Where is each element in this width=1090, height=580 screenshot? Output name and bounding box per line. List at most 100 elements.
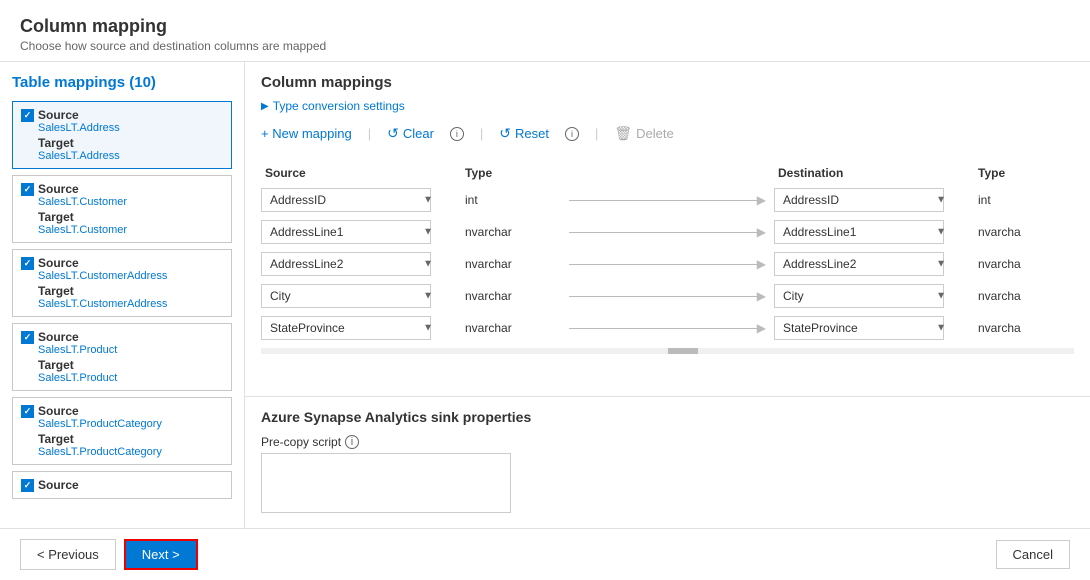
previous-button[interactable]: < Previous xyxy=(20,539,116,570)
source-select-wrap-0: AddressID ▼ xyxy=(261,188,461,212)
table-item-source-label-4: Source xyxy=(38,404,79,418)
mapping-table: Source Type Destination Type AddressID ▼… xyxy=(261,162,1074,340)
table-item-checkbox-1[interactable] xyxy=(21,183,34,196)
table-item-target-label-0: Target xyxy=(38,136,223,150)
table-item-checkbox-4[interactable] xyxy=(21,405,34,418)
table-item-target-sub-0: SalesLT.Address xyxy=(38,150,223,162)
table-item-header-4: Source xyxy=(21,404,223,418)
table-item-target-label-2: Target xyxy=(38,284,223,298)
arrow-line-4: ▶ xyxy=(561,321,774,335)
dest-select-3[interactable]: City xyxy=(774,284,944,308)
page-header: Column mapping Choose how source and des… xyxy=(0,0,1090,62)
page-title: Column mapping xyxy=(20,16,1070,37)
table-item-source-sub-0: SalesLT.Address xyxy=(38,122,223,134)
table-item-source-label-1: Source xyxy=(38,182,79,196)
dest-select-1[interactable]: AddressLine1 xyxy=(774,220,944,244)
table-item-header-3: Source xyxy=(21,330,223,344)
source-type-0: int xyxy=(461,193,561,207)
table-item-0[interactable]: Source SalesLT.Address Target SalesLT.Ad… xyxy=(12,101,232,169)
arrow-line-1: ▶ xyxy=(561,225,774,239)
page-subtitle: Choose how source and destination column… xyxy=(20,39,1070,53)
type-conversion-settings[interactable]: ▶ Type conversion settings xyxy=(261,99,1074,113)
footer-left: < Previous Next > xyxy=(20,539,198,570)
source-select-4[interactable]: StateProvince xyxy=(261,316,431,340)
spacer-col-header xyxy=(561,166,774,180)
dest-select-wrap-1: AddressLine1 ▼ xyxy=(774,220,974,244)
new-mapping-button[interactable]: + New mapping xyxy=(261,126,352,141)
dest-select-wrap-4: StateProvince ▼ xyxy=(774,316,974,340)
type-conversion-label: Type conversion settings xyxy=(273,99,405,113)
table-item-source-label-5: Source xyxy=(38,478,79,492)
table-item-target-label-3: Target xyxy=(38,358,223,372)
horizontal-scrollbar[interactable] xyxy=(261,348,1074,354)
clear-label: Clear xyxy=(403,126,434,141)
source-select-wrap-1: AddressLine1 ▼ xyxy=(261,220,461,244)
dest-select-2[interactable]: AddressLine2 xyxy=(774,252,944,276)
source-type-2: nvarchar xyxy=(461,257,561,271)
table-items-container: Source SalesLT.Address Target SalesLT.Ad… xyxy=(12,101,232,499)
arrow-line-body-4 xyxy=(569,328,757,329)
table-item-source-label-2: Source xyxy=(38,256,79,270)
arrow-line-body-0 xyxy=(569,200,757,201)
dest-select-wrap-3: City ▼ xyxy=(774,284,974,308)
cancel-button[interactable]: Cancel xyxy=(996,540,1070,569)
scrollbar-thumb[interactable] xyxy=(668,348,698,354)
source-select-wrap-3: City ▼ xyxy=(261,284,461,308)
arrowhead-3: ▶ xyxy=(757,289,766,303)
dest-select-4[interactable]: StateProvince xyxy=(774,316,944,340)
next-button[interactable]: Next > xyxy=(124,539,198,570)
source-type-3: nvarchar xyxy=(461,289,561,303)
sink-title: Azure Synapse Analytics sink properties xyxy=(261,409,1074,425)
table-item-2[interactable]: Source SalesLT.CustomerAddress Target Sa… xyxy=(12,249,232,317)
pre-copy-info-icon[interactable]: i xyxy=(345,435,359,449)
mapping-row-0: AddressID ▼ int ▶ AddressID ▼ int xyxy=(261,188,1074,212)
type-col-header: Type xyxy=(461,166,561,180)
source-select-0[interactable]: AddressID xyxy=(261,188,431,212)
table-item-checkbox-5[interactable] xyxy=(21,479,34,492)
toolbar-sep2: | xyxy=(480,126,483,141)
table-item-source-sub-1: SalesLT.Customer xyxy=(38,196,223,208)
reset-info-icon[interactable]: i xyxy=(565,127,579,141)
pre-copy-input[interactable] xyxy=(261,453,511,513)
dest-type-2: nvarcha xyxy=(974,257,1074,271)
table-item-target-label-4: Target xyxy=(38,432,223,446)
clear-button[interactable]: ↺ Clear xyxy=(387,125,434,142)
table-item-source-sub-4: SalesLT.ProductCategory xyxy=(38,418,223,430)
table-item-5[interactable]: Source xyxy=(12,471,232,499)
source-select-wrap-4: StateProvince ▼ xyxy=(261,316,461,340)
table-item-source-sub-2: SalesLT.CustomerAddress xyxy=(38,270,223,282)
dest-type-4: nvarcha xyxy=(974,321,1074,335)
dest-select-wrap-0: AddressID ▼ xyxy=(774,188,974,212)
dest-select-0[interactable]: AddressID xyxy=(774,188,944,212)
table-item-checkbox-3[interactable] xyxy=(21,331,34,344)
dest-select-wrap-2: AddressLine2 ▼ xyxy=(774,252,974,276)
table-item-checkbox-0[interactable] xyxy=(21,109,34,122)
arrow-line-2: ▶ xyxy=(561,257,774,271)
reset-button[interactable]: ↺ Reset xyxy=(499,125,549,142)
source-select-1[interactable]: AddressLine1 xyxy=(261,220,431,244)
dest-type-3: nvarcha xyxy=(974,289,1074,303)
delete-button[interactable]: 🗑 Delete xyxy=(614,125,673,142)
dest-type-1: nvarcha xyxy=(974,225,1074,239)
column-mappings-title: Column mappings xyxy=(261,74,1074,91)
main-content: Table mappings (10) Source SalesLT.Addre… xyxy=(0,62,1090,528)
sidebar: Table mappings (10) Source SalesLT.Addre… xyxy=(0,62,245,528)
source-select-3[interactable]: City xyxy=(261,284,431,308)
table-item-header-2: Source xyxy=(21,256,223,270)
table-item-4[interactable]: Source SalesLT.ProductCategory Target Sa… xyxy=(12,397,232,465)
table-item-target-sub-1: SalesLT.Customer xyxy=(38,224,223,236)
source-select-2[interactable]: AddressLine2 xyxy=(261,252,431,276)
table-item-header-1: Source xyxy=(21,182,223,196)
table-item-1[interactable]: Source SalesLT.Customer Target SalesLT.C… xyxy=(12,175,232,243)
pre-copy-label: Pre-copy script i xyxy=(261,435,1074,449)
table-item-source-label-3: Source xyxy=(38,330,79,344)
clear-info-icon[interactable]: i xyxy=(450,127,464,141)
table-item-3[interactable]: Source SalesLT.Product Target SalesLT.Pr… xyxy=(12,323,232,391)
arrowhead-2: ▶ xyxy=(757,257,766,271)
table-item-checkbox-2[interactable] xyxy=(21,257,34,270)
type-conversion-arrow: ▶ xyxy=(261,101,269,112)
dest-type-0: int xyxy=(974,193,1074,207)
mapping-row-2: AddressLine2 ▼ nvarchar ▶ AddressLine2 ▼… xyxy=(261,252,1074,276)
table-item-target-sub-4: SalesLT.ProductCategory xyxy=(38,446,223,458)
table-item-source-label-0: Source xyxy=(38,108,79,122)
